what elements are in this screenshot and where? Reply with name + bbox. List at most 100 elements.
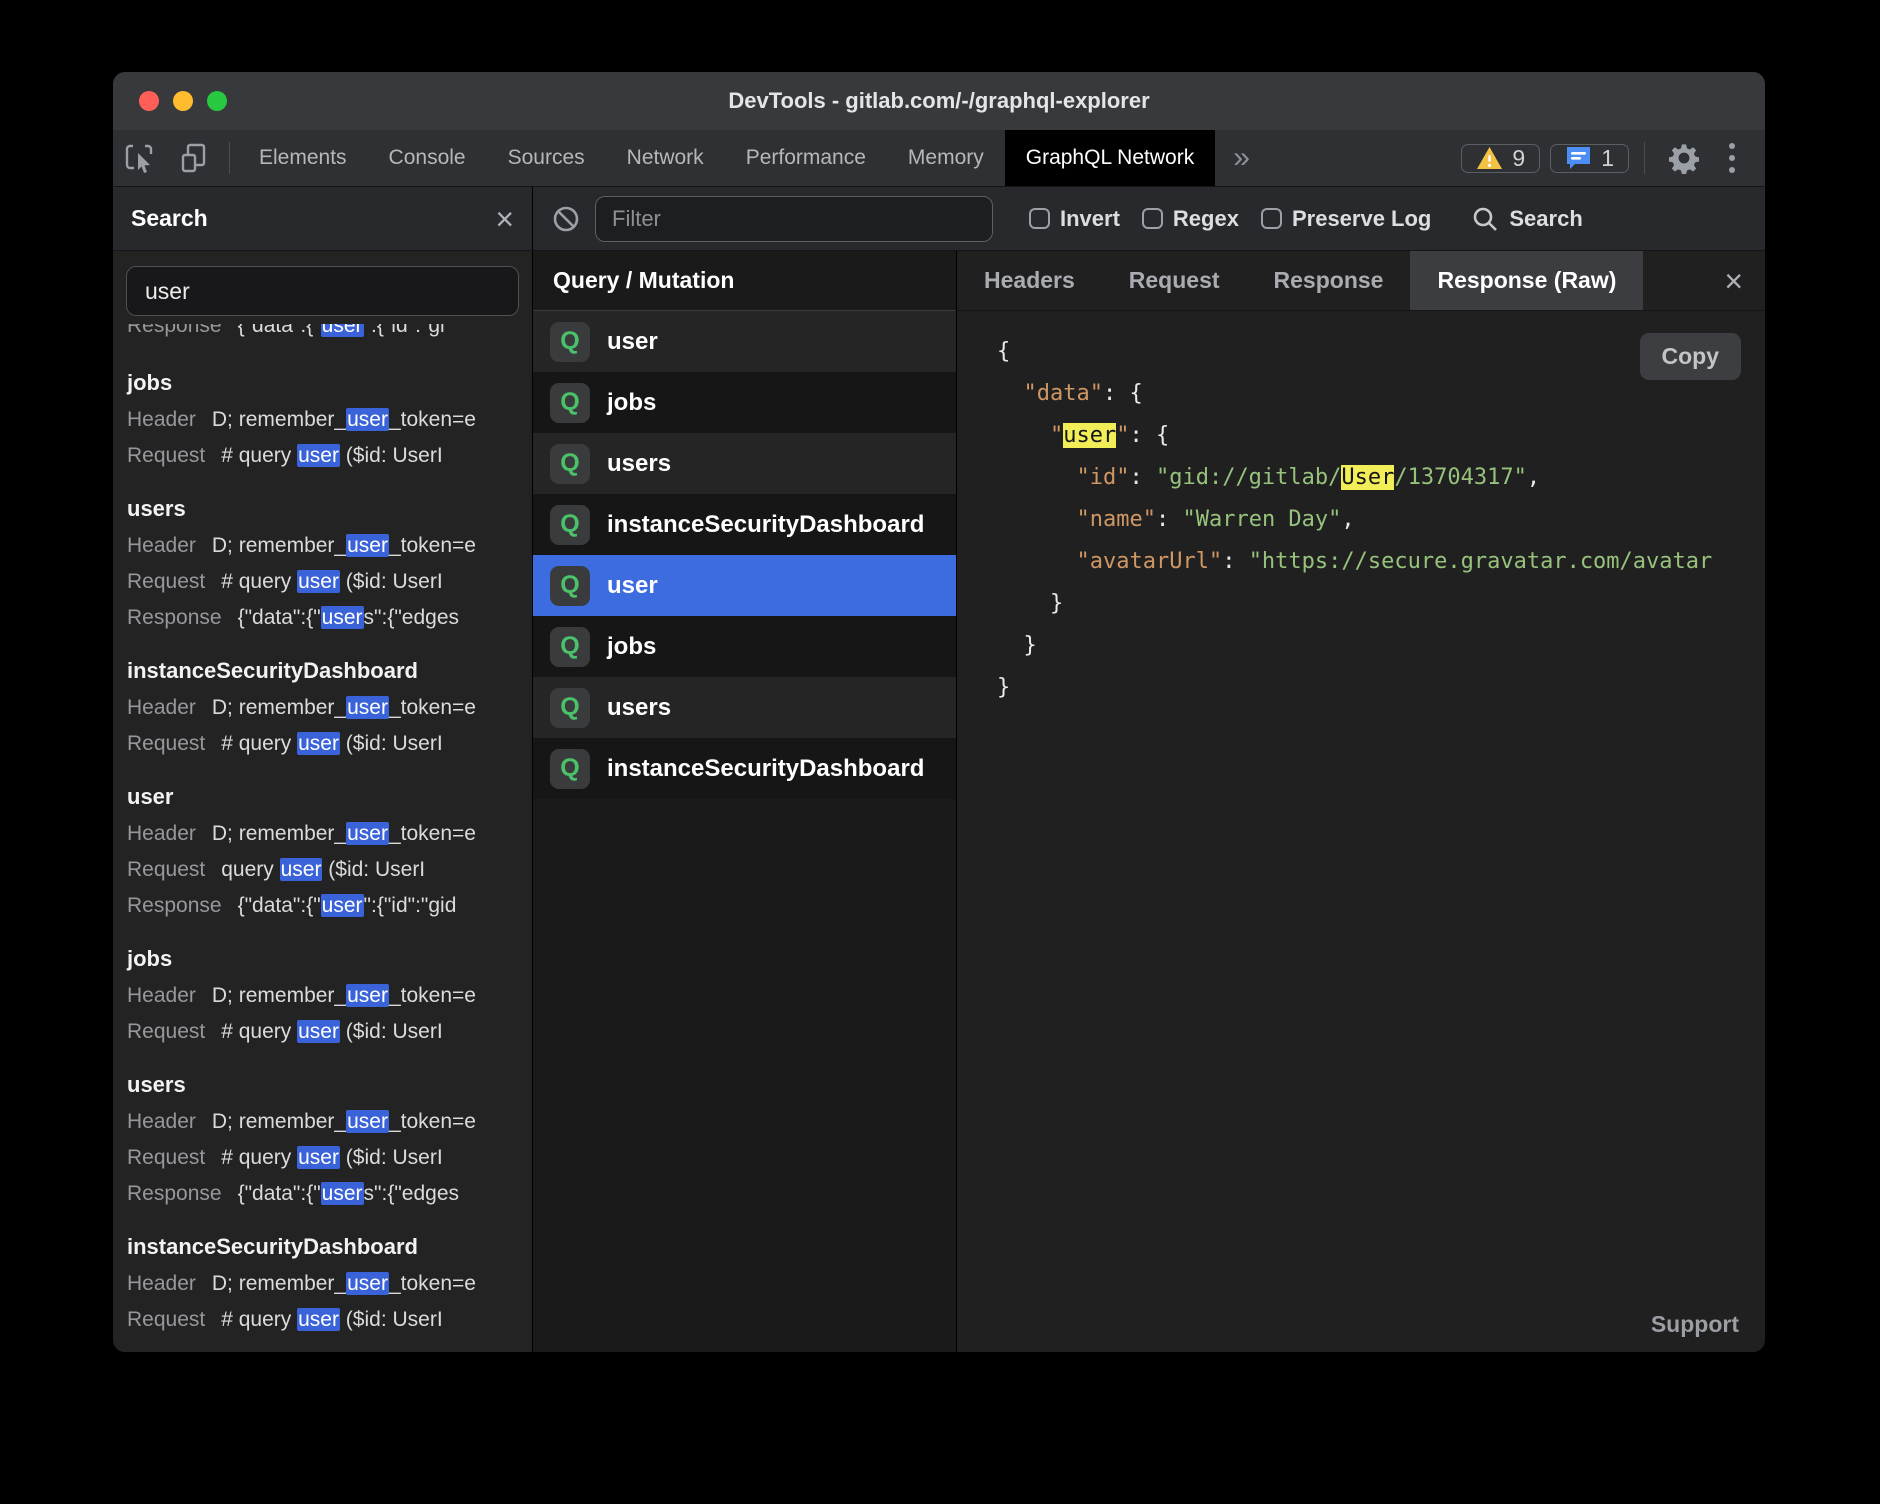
search-result-row[interactable]: HeaderD; remember_user_token=e — [127, 402, 518, 438]
search-input[interactable] — [126, 266, 519, 316]
text-segment: _token=e — [389, 696, 476, 719]
json-token: } — [997, 591, 1063, 616]
result-row-value: D; remember_user_token=e — [212, 528, 476, 564]
search-icon — [1471, 205, 1499, 233]
search-result-row[interactable]: Request# query user ($id: UserI — [127, 438, 518, 474]
tab-response-raw[interactable]: Response (Raw) — [1410, 251, 1643, 310]
tab-request[interactable]: Request — [1102, 251, 1247, 310]
close-window-button[interactable] — [139, 91, 159, 111]
match-highlight: user — [321, 894, 364, 917]
inspect-element-icon[interactable] — [113, 130, 167, 186]
response-raw-view: Copy { "data": { "user": { "id": "gid://… — [957, 311, 1765, 1352]
query-row-user[interactable]: Quser — [533, 555, 956, 616]
settings-gear-icon[interactable] — [1655, 130, 1713, 186]
text-segment: s":{"edges — [364, 606, 459, 629]
search-result-row[interactable]: HeaderD; remember_user_token=e — [127, 1266, 518, 1302]
more-options-icon[interactable] — [1713, 143, 1751, 173]
tab-headers[interactable]: Headers — [957, 251, 1102, 310]
zoom-window-button[interactable] — [207, 91, 227, 111]
more-tabs-icon[interactable]: » — [1215, 130, 1268, 186]
result-row-label: Header — [127, 1104, 196, 1140]
search-result-row[interactable]: HeaderD; remember_user_token=e — [127, 816, 518, 852]
result-row-label: Request — [127, 1302, 205, 1338]
search-toggle[interactable]: Search — [1471, 205, 1582, 233]
tab-elements[interactable]: Elements — [238, 130, 368, 186]
warnings-badge[interactable]: 9 — [1461, 144, 1540, 173]
filter-input[interactable] — [595, 196, 993, 242]
search-result-row[interactable]: Request# query user ($id: UserI — [127, 564, 518, 600]
match-highlight: user — [297, 444, 340, 467]
tab-sources[interactable]: Sources — [487, 130, 606, 186]
result-row-label: Header — [127, 1266, 196, 1302]
device-toolbar-icon[interactable] — [167, 130, 221, 186]
result-row-value: D; remember_user_token=e — [212, 690, 476, 726]
search-panel-header: Search × — [113, 187, 533, 250]
result-row-value: {"data":{"users":{"edges — [238, 600, 459, 636]
clear-icon[interactable] — [551, 204, 581, 234]
messages-badge[interactable]: 1 — [1550, 144, 1629, 173]
tab-graphql-network[interactable]: GraphQL Network — [1005, 130, 1215, 186]
search-result-row[interactable]: HeaderD; remember_user_token=e — [127, 690, 518, 726]
query-row-user[interactable]: Quser — [533, 311, 956, 372]
checkbox-regex[interactable]: Regex — [1142, 206, 1239, 232]
query-row-users[interactable]: Qusers — [533, 677, 956, 738]
network-filter-bar: Invert Regex Preserve Log Search — [533, 187, 1765, 250]
close-search-icon[interactable]: × — [495, 203, 514, 235]
search-result-row[interactable]: Request# query user ($id: UserI — [127, 1302, 518, 1338]
search-result-row[interactable]: Request# query user ($id: UserI — [127, 1140, 518, 1176]
query-row-instanceSecurityDashboard[interactable]: QinstanceSecurityDashboard — [533, 738, 956, 799]
query-row-users[interactable]: Qusers — [533, 433, 956, 494]
messages-count: 1 — [1601, 145, 1614, 172]
json-token: "name" — [1076, 507, 1155, 532]
query-row-jobs[interactable]: Qjobs — [533, 372, 956, 433]
search-result-row[interactable]: Requestquery user ($id: UserI — [127, 852, 518, 888]
query-row-jobs[interactable]: Qjobs — [533, 616, 956, 677]
text-segment: # query — [221, 732, 297, 755]
search-result-row[interactable]: Header D; remember_user_token=e — [127, 1104, 518, 1140]
result-row-value: D; remember_user_token=e — [212, 402, 476, 438]
text-segment: _token=e — [389, 534, 476, 557]
json-token: , — [1527, 465, 1540, 490]
text-segment: # query — [221, 1308, 297, 1331]
minimize-window-button[interactable] — [173, 91, 193, 111]
checkbox-preserve-log[interactable]: Preserve Log — [1261, 206, 1431, 232]
search-result-row[interactable]: Request# query user ($id: UserI — [127, 726, 518, 762]
text-segment: _token=e — [389, 408, 476, 431]
checkbox-invert[interactable]: Invert — [1029, 206, 1120, 232]
json-token: : { — [1103, 381, 1143, 406]
copy-button[interactable]: Copy — [1640, 333, 1742, 380]
search-result-row[interactable]: Response{"data":{"user":{"id":"gid — [127, 888, 518, 924]
text-segment: D; remember_ — [212, 534, 346, 557]
result-row-value: # query user ($id: UserI — [221, 438, 442, 474]
search-result-partial-row[interactable]: Response{"data":{"user":{"id":"gi — [127, 324, 518, 348]
text-segment: ($id: UserI — [322, 858, 425, 881]
text-segment: # query — [221, 444, 297, 467]
tab-network[interactable]: Network — [606, 130, 725, 186]
search-result-row[interactable]: HeaderD; remember_user_token=e — [127, 978, 518, 1014]
json-token: "id" — [1076, 465, 1129, 490]
tab-performance[interactable]: Performance — [725, 130, 887, 186]
query-row-label: instanceSecurityDashboard — [607, 755, 924, 783]
search-result-row[interactable]: Response{"data":{"users":{"edges — [127, 600, 518, 636]
query-row-instanceSecurityDashboard[interactable]: QinstanceSecurityDashboard — [533, 494, 956, 555]
result-row-value: D; remember_user_token=e — [212, 1104, 476, 1140]
json-token — [997, 423, 1050, 448]
search-result-row[interactable]: HeaderD; remember_user_token=e — [127, 528, 518, 564]
match-highlight: user — [346, 408, 389, 431]
checkbox-box — [1029, 208, 1050, 229]
close-detail-icon[interactable]: × — [1702, 251, 1765, 310]
result-row-value: {"data":{"user":{"id":"gid — [238, 888, 457, 924]
match-highlight: user — [321, 324, 364, 337]
tab-memory[interactable]: Memory — [887, 130, 1005, 186]
support-link[interactable]: Support — [1651, 1311, 1739, 1338]
tab-console[interactable]: Console — [368, 130, 487, 186]
search-group-title: jobs — [127, 940, 518, 978]
devtools-tabs: ElementsConsoleSourcesNetworkPerformance… — [238, 130, 1005, 186]
search-result-row[interactable]: Request# query user ($id: UserI — [127, 1014, 518, 1050]
tab-response[interactable]: Response — [1247, 251, 1411, 310]
text-segment: {"data":{" — [238, 324, 321, 337]
search-result-row[interactable]: Response{"data":{"users":{"edges — [127, 1176, 518, 1212]
query-type-badge: Q — [550, 383, 590, 423]
toolbar-separator-2 — [1644, 142, 1645, 174]
json-token — [997, 549, 1076, 574]
